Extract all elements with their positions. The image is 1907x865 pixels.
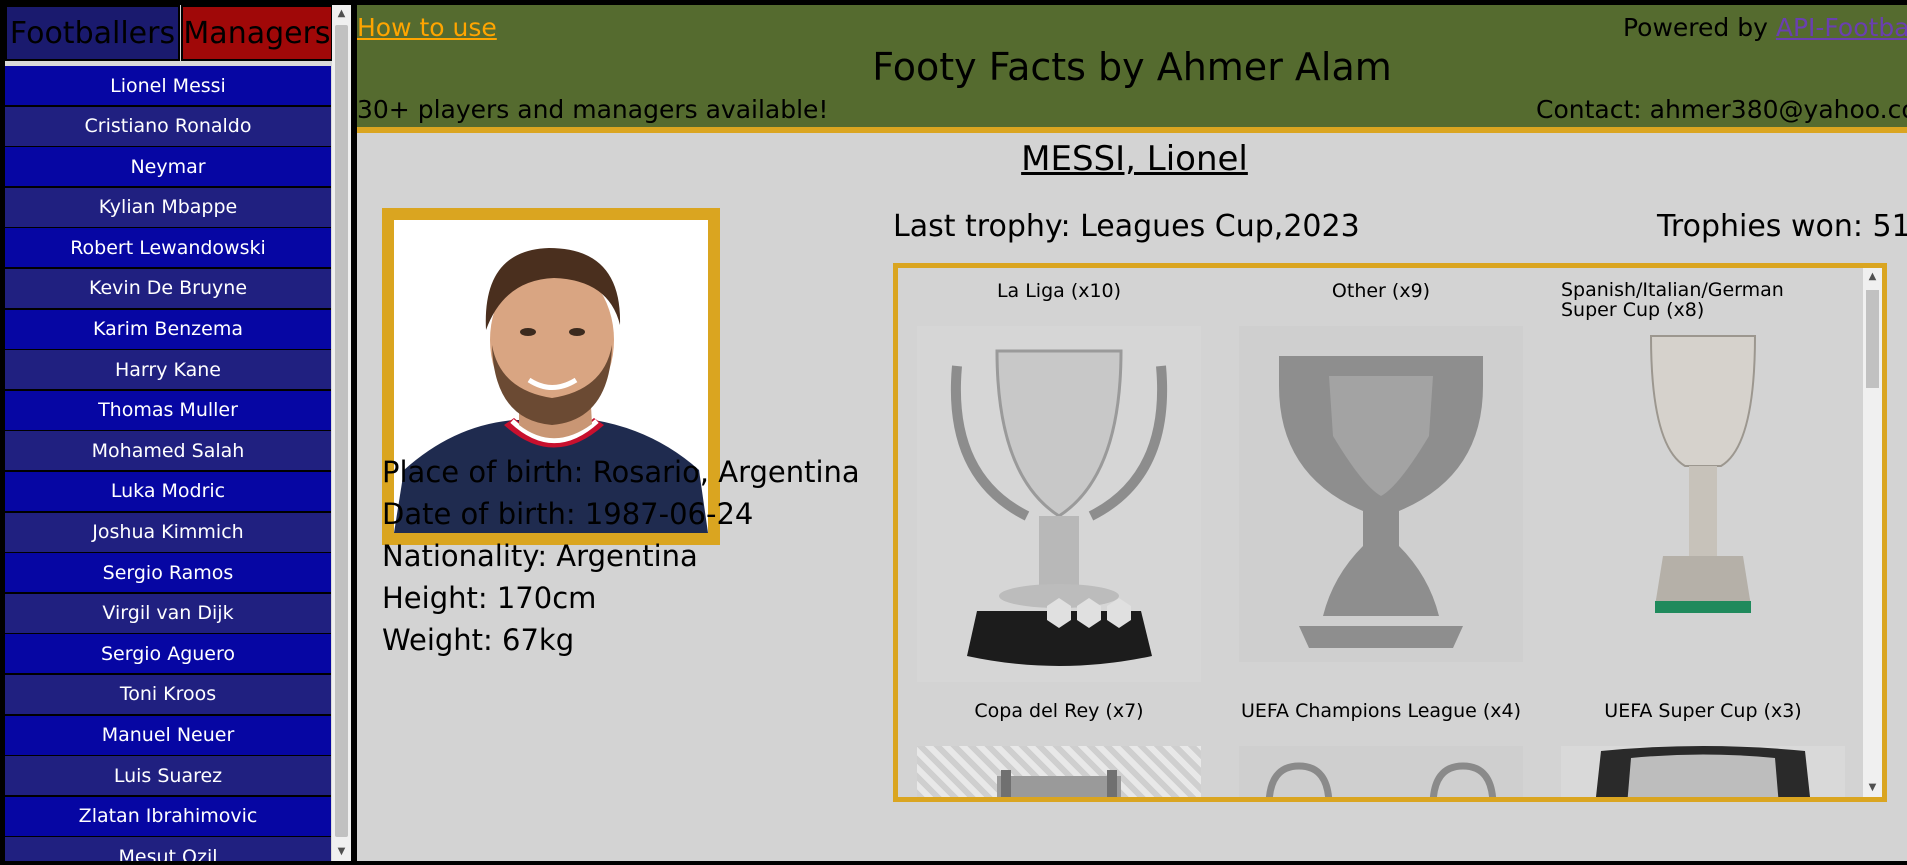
trophy-card: Spanish/Italian/German Super Cup (x8): [1561, 280, 1845, 700]
la-liga-trophy-icon: [917, 326, 1201, 682]
player-list-item[interactable]: Harry Kane: [5, 350, 331, 390]
player-photo-frame: [382, 208, 720, 545]
trophies-won-count: Trophies won: 51: [1657, 209, 1907, 244]
trophy-label: La Liga (x10): [996, 280, 1122, 302]
player-list-item[interactable]: Sergio Aguero: [5, 634, 331, 674]
player-list-item[interactable]: Manuel Neuer: [5, 715, 331, 755]
trophy-scrollbar[interactable]: ▲ ▼: [1863, 268, 1882, 797]
player-list-item[interactable]: Toni Kroos: [5, 674, 331, 714]
player-list-item[interactable]: Kevin De Bruyne: [5, 268, 331, 308]
player-list-item[interactable]: Zlatan Ibrahimovic: [5, 796, 331, 836]
scroll-down-arrow-icon[interactable]: ▼: [1863, 779, 1882, 797]
player-list-item[interactable]: Joshua Kimmich: [5, 512, 331, 552]
sidebar-scroll-thumb[interactable]: [335, 25, 348, 837]
player-list-item[interactable]: Lionel Messi: [5, 66, 331, 105]
sidebar-scrollbar[interactable]: ▲ ▼: [332, 5, 351, 861]
uefa-super-cup-trophy-icon: [1561, 746, 1845, 797]
player-list-item[interactable]: Mohamed Salah: [5, 431, 331, 471]
last-trophy: Last trophy: Leagues Cup,2023: [893, 209, 1360, 244]
how-to-use-link[interactable]: How to use: [357, 13, 497, 42]
scroll-down-arrow-icon[interactable]: ▼: [332, 843, 351, 861]
super-cup-trophy-icon: [1561, 326, 1845, 626]
sidebar: Footballers Managers Lionel Messi Cristia…: [5, 5, 351, 861]
site-title: Footy Facts by Ahmer Alam: [872, 45, 1392, 89]
trophy-label: Other (x9): [1331, 280, 1431, 302]
scroll-up-arrow-icon[interactable]: ▲: [332, 5, 351, 23]
player-list-item[interactable]: Kylian Mbappe: [5, 187, 331, 227]
copa-del-rey-trophy-icon: [917, 746, 1201, 797]
trophy-label: UEFA Super Cup (x3): [1604, 700, 1802, 722]
category-tabs: Footballers Managers: [5, 5, 333, 63]
weight: Weight: 67kg: [382, 623, 575, 657]
powered-by: Powered by API-Football: [1623, 13, 1907, 42]
contact-text: Contact: ahmer380@yahoo.co.uk: [1536, 95, 1907, 124]
trophy-card: Copa del Rey (x7): [917, 700, 1201, 797]
main-content: MESSI, Lionel Place of birth: Rosario, A…: [357, 133, 1907, 861]
player-list-item[interactable]: Virgil van Dijk: [5, 593, 331, 633]
player-list-item[interactable]: Thomas Muller: [5, 390, 331, 430]
player-name: MESSI, Lionel: [1021, 139, 1248, 179]
date-of-birth: Date of birth: 1987-06-24: [382, 497, 754, 531]
trophy-label: UEFA Champions League (x4): [1240, 700, 1522, 722]
player-list-item[interactable]: Mesut Ozil: [5, 837, 331, 861]
player-list-item[interactable]: Robert Lewandowski: [5, 228, 331, 268]
tab-footballers[interactable]: Footballers: [5, 5, 180, 61]
trophy-card: La Liga (x10): [917, 280, 1201, 700]
player-list-item[interactable]: Sergio Ramos: [5, 553, 331, 593]
trophy-scroll-thumb[interactable]: [1866, 290, 1879, 388]
trophy-label: Copa del Rey (x7): [974, 700, 1144, 722]
champions-league-trophy-icon: [1239, 746, 1523, 797]
player-list-item[interactable]: Neymar: [5, 147, 331, 187]
scroll-up-arrow-icon[interactable]: ▲: [1863, 268, 1882, 286]
player-list-item[interactable]: Luka Modric: [5, 471, 331, 511]
trophy-gallery[interactable]: La Liga (x10) Other (x9) Spanish/Italian…: [893, 263, 1887, 802]
height: Height: 170cm: [382, 581, 597, 615]
player-list-item[interactable]: Karim Benzema: [5, 309, 331, 349]
player-list-item[interactable]: Cristiano Ronaldo: [5, 106, 331, 146]
powered-by-label: Powered by: [1623, 13, 1768, 42]
header: How to use Powered by API-Football Footy…: [357, 5, 1907, 133]
player-list: Lionel Messi Cristiano Ronaldo Neymar Kylia…: [5, 66, 331, 861]
player-list-item[interactable]: Luis Suarez: [5, 756, 331, 796]
tab-managers[interactable]: Managers: [181, 5, 333, 61]
nationality: Nationality: Argentina: [382, 539, 698, 573]
trophy-label: Spanish/Italian/German Super Cup (x8): [1561, 279, 1784, 321]
api-football-link[interactable]: API-Football: [1776, 13, 1907, 42]
generic-trophy-icon: [1239, 326, 1523, 662]
trophy-card: UEFA Champions League (x4): [1239, 700, 1523, 797]
availability-text: 30+ players and managers available!: [357, 95, 829, 124]
trophy-card: UEFA Super Cup (x3): [1561, 700, 1845, 797]
trophy-card: Other (x9): [1239, 280, 1523, 700]
place-of-birth: Place of birth: Rosario, Argentina: [382, 455, 860, 489]
